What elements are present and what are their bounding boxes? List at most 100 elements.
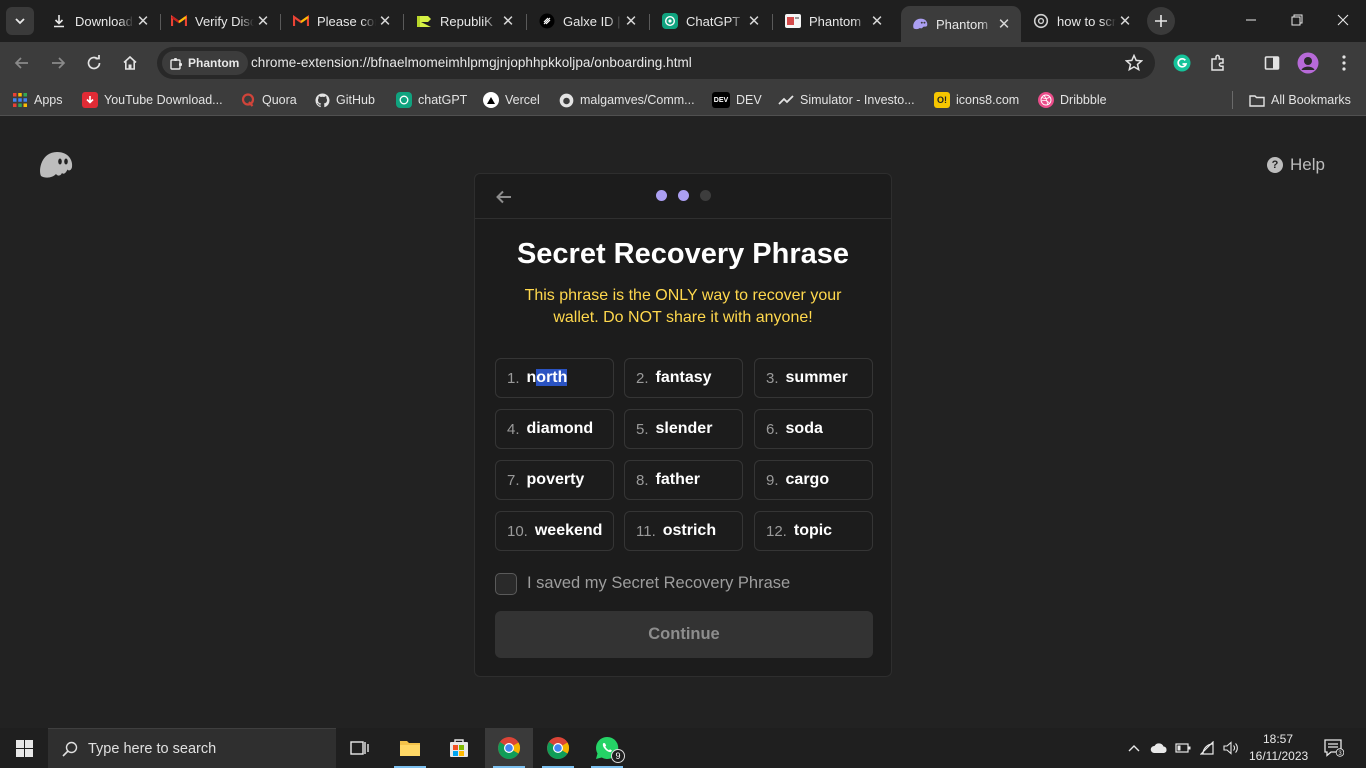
bookmark-simulator[interactable]: Simulator - Investo... [778,91,915,109]
bookmark-quora[interactable]: Quora [240,91,297,109]
seed-word-6[interactable]: 6. soda [754,409,873,449]
address-bar[interactable]: Phantom chrome-extension://bfnaelmomeimh… [157,47,1155,79]
chatgpt-icon [396,92,412,108]
bookmark-apps[interactable]: Apps [12,91,63,109]
tab-republik[interactable]: RepubliK ✕ [405,6,525,36]
all-bookmarks-button[interactable]: All Bookmarks [1249,91,1351,109]
volume-tray-icon[interactable] [1220,728,1242,768]
chrome-app[interactable] [534,728,582,768]
seed-word-8[interactable]: 8. father [624,460,743,500]
tab-galxe[interactable]: Galxe ID | Galxe ✕ [528,6,648,36]
tab-how-to-screenshot[interactable]: how to screenshot ✕ [1022,6,1142,36]
bookmark-star-button[interactable] [1124,53,1144,77]
tab-phantom[interactable]: Phantom ✕ [774,6,894,36]
minimize-button[interactable] [1228,0,1274,40]
chrome-app-active[interactable] [485,728,533,768]
restore-button[interactable] [1274,0,1320,40]
reload-button[interactable] [80,49,108,77]
close-icon[interactable]: ✕ [995,15,1013,33]
seed-word-7[interactable]: 7. poverty [495,460,614,500]
seed-word-4[interactable]: 4. diamond [495,409,614,449]
galxe-icon [539,13,555,29]
bookmark-label: malgamves/Comm... [580,93,695,107]
home-button[interactable] [116,49,144,77]
seed-word-9[interactable]: 9. cargo [754,460,873,500]
whatsapp-app[interactable]: 9 [583,728,631,768]
home-icon [123,55,137,70]
forward-button[interactable] [44,49,72,77]
seed-word-11[interactable]: 11. ostrich [624,511,743,551]
bookmark-malgamves[interactable]: malgamves/Comm... [558,91,695,109]
network-tray-icon[interactable] [1197,728,1219,768]
tab-search-button[interactable] [6,7,34,35]
seed-word-text: poverty [526,471,585,488]
start-button[interactable] [0,728,48,768]
site-info-chip[interactable]: Phantom [162,51,249,75]
url-text[interactable]: chrome-extension://bfnaelmomeimhlpmgjnjo… [251,55,692,70]
bookmark-github[interactable]: GitHub [314,91,375,109]
task-view-button[interactable] [336,728,384,768]
profile-button[interactable] [1296,51,1320,75]
seed-word-3[interactable]: 3. summer [754,358,873,398]
chrome-search-icon [1033,13,1049,29]
tab-please-confirm[interactable]: Please confirm ✕ [282,6,402,36]
onedrive-tray-icon[interactable] [1148,728,1170,768]
close-icon[interactable]: ✕ [745,12,763,30]
bookmark-vercel[interactable]: Vercel [483,91,540,109]
close-icon[interactable]: ✕ [376,12,394,30]
seed-word-12[interactable]: 12. topic [754,511,873,551]
tab-strip: Downloads ✕ Verify Discord ✕ Please conf… [0,0,1366,42]
back-button[interactable] [8,49,36,77]
bookmark-dribbble[interactable]: Dribbble [1038,91,1107,109]
chrome-menu-button[interactable] [1332,51,1356,75]
bookmark-youtube-download[interactable]: YouTube Download... [82,91,223,109]
continue-button[interactable]: Continue [495,611,873,658]
close-icon[interactable]: ✕ [1116,12,1134,30]
tab-verify-discord[interactable]: Verify Discord ✕ [160,6,280,36]
grammarly-extension-button[interactable] [1170,51,1194,75]
bookmark-chatgpt[interactable]: chatGPT [396,91,467,109]
new-tab-button[interactable] [1147,7,1175,35]
close-window-button[interactable] [1320,0,1366,40]
close-icon[interactable]: ✕ [499,12,517,30]
tab-chatgpt[interactable]: ChatGPT ✕ [651,6,771,36]
republik-icon [416,13,432,29]
saved-phrase-checkbox[interactable] [495,573,517,595]
bookmark-icons8[interactable]: O! icons8.com [934,91,1019,109]
help-link[interactable]: ? Help [1267,155,1325,175]
saved-phrase-label[interactable]: I saved my Secret Recovery Phrase [527,574,790,593]
chrome-icon [498,737,520,759]
back-arrow-button[interactable] [493,186,515,208]
seed-word-number: 1. [507,369,520,387]
notification-center-button[interactable]: 3 [1318,728,1350,768]
microsoft-store-app[interactable] [435,728,483,768]
seed-word-2[interactable]: 2. fantasy [624,358,743,398]
notification-badge: 9 [611,749,625,763]
close-icon[interactable]: ✕ [134,12,152,30]
tab-title: Galxe ID | Galxe [563,13,622,29]
bookmark-label: Dribbble [1060,93,1107,107]
side-panel-button[interactable] [1260,51,1284,75]
close-icon[interactable]: ✕ [622,12,640,30]
seed-word-10[interactable]: 10. weekend [495,511,614,551]
close-icon[interactable]: ✕ [868,12,886,30]
dev-icon: DEV [712,92,730,108]
battery-tray-icon[interactable] [1172,728,1194,768]
seed-word-number: 9. [766,471,779,489]
task-view-icon [350,741,369,755]
bookmark-dev[interactable]: DEV DEV [712,91,762,109]
taskbar-search[interactable]: Type here to search [48,728,336,768]
show-hidden-icons-button[interactable] [1124,728,1144,768]
system-clock[interactable]: 18:57 16/11/2023 [1249,731,1308,765]
side-panel-icon [1264,56,1280,70]
seed-word-1[interactable]: 1. north [495,358,614,398]
bookmark-label: All Bookmarks [1271,93,1351,107]
tab-downloads[interactable]: Downloads ✕ [40,6,160,36]
close-icon[interactable]: ✕ [254,12,272,30]
tab-title: ChatGPT [686,13,741,29]
file-explorer-app[interactable] [386,728,434,768]
tab-separator [649,14,650,30]
seed-word-5[interactable]: 5. slender [624,409,743,449]
tab-phantom-active[interactable]: Phantom ✕ [901,6,1021,42]
extensions-button[interactable] [1206,51,1230,75]
